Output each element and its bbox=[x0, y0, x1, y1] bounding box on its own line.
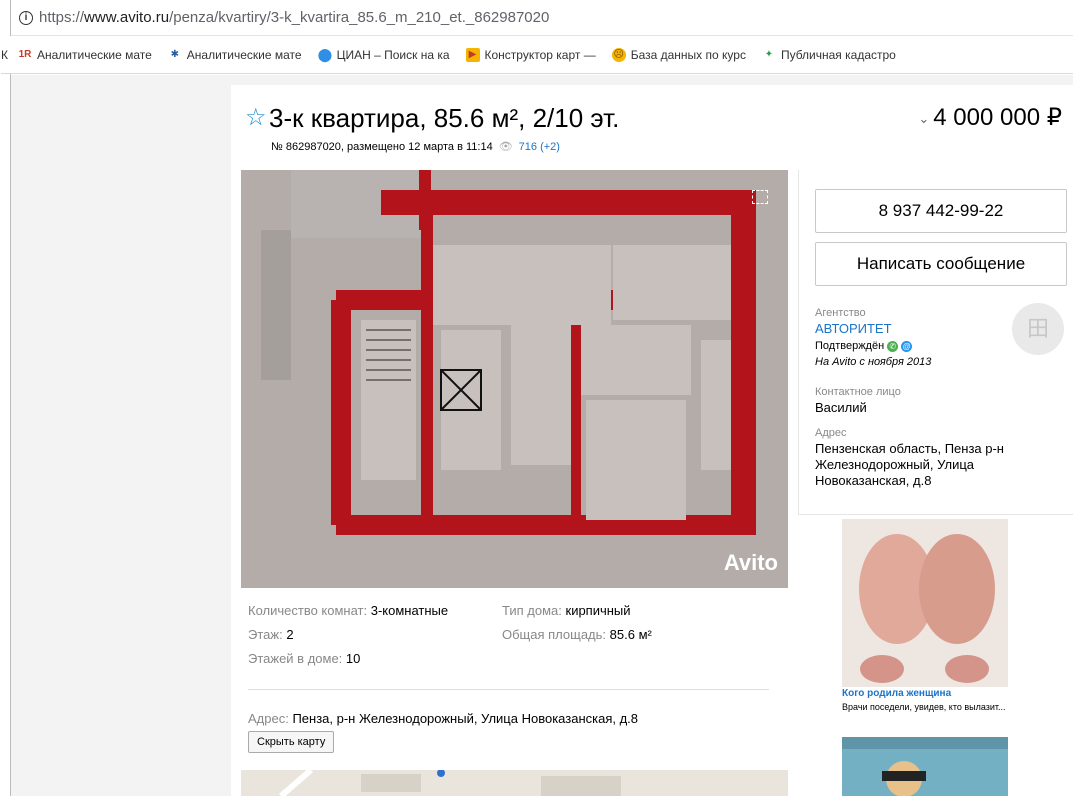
favorite-star-icon[interactable]: ☆ bbox=[245, 103, 267, 132]
agency-name-link[interactable]: АВТОРИТЕТ bbox=[815, 321, 892, 336]
address-text: Пензенская область, Пенза р-н Железнодор… bbox=[815, 441, 1004, 488]
1r-icon: 1R bbox=[18, 48, 32, 60]
location-pin-icon: ⬤ bbox=[317, 46, 333, 62]
param-area: Общая площадь: 85.6 м² bbox=[502, 627, 652, 642]
floor-plan-image bbox=[241, 170, 788, 588]
phone-verified-icon: ✆ bbox=[887, 340, 899, 352]
url-host: www.avito.ru bbox=[84, 9, 170, 26]
listing-meta: № 862987020, размещено 12 марта в 11:14 👁… bbox=[271, 140, 560, 153]
cadastre-icon: ✦ bbox=[764, 48, 774, 60]
param-house-type: Тип дома: кирпичный bbox=[502, 603, 631, 618]
listing-title: 3-к квартира, 85.6 м², 2/10 эт. bbox=[269, 103, 620, 133]
eye-icon: 👁 bbox=[498, 141, 513, 153]
url-prefix: https:// bbox=[39, 9, 85, 26]
floor-plan-photo[interactable]: Avito bbox=[241, 170, 788, 588]
bookmarks-bar: К 1R Аналитические мате ✱ Аналитические ма… bbox=[1, 36, 1073, 74]
param-rooms: Количество комнат: 3-комнатные bbox=[248, 603, 449, 618]
agency-avatar[interactable]: 田 bbox=[1012, 303, 1064, 355]
listing-address: Адрес: Пенза, р-н Железнодорожный, Улица… bbox=[248, 711, 639, 726]
fullscreen-icon[interactable] bbox=[752, 190, 768, 204]
ad-text-1: Врачи поседели, увидев, кто вылазит... bbox=[842, 702, 1006, 712]
browser-window: i https://www.avito.ru/penza/kvartiry/3-… bbox=[1, 0, 1073, 796]
member-since: На Avito с ноября 2013 bbox=[815, 356, 932, 368]
bookmark-truncated[interactable]: К bbox=[1, 48, 8, 62]
ad-image-1[interactable] bbox=[842, 519, 1008, 687]
agency-label: Агентство bbox=[815, 307, 866, 319]
bookmark-item-3[interactable]: ⬤ ЦИАН – Поиск на ка bbox=[317, 46, 450, 62]
verified-status: Подтверждён ✆ @ bbox=[815, 340, 913, 352]
listing-header: ☆ 3-к квартира, 85.6 м², 2/10 эт. № 8629… bbox=[231, 85, 1073, 170]
divider bbox=[248, 689, 769, 690]
bookmark-item-5[interactable]: ☹ База данных по курс bbox=[611, 47, 746, 62]
email-verified-icon: @ bbox=[901, 340, 913, 352]
contact-name: Василий bbox=[815, 400, 867, 415]
message-button[interactable]: Написать сообщение bbox=[815, 242, 1067, 286]
avito-watermark: Avito bbox=[723, 550, 778, 575]
views-count[interactable]: 716 (+2) bbox=[519, 141, 560, 153]
map-preview[interactable] bbox=[241, 770, 788, 796]
hide-map-button[interactable]: Скрыть карту bbox=[248, 731, 335, 753]
listing-number: № 862987020, размещено 12 марта в 11:14 bbox=[271, 141, 493, 153]
ad-title-1[interactable]: Кого родила женщина bbox=[842, 688, 951, 699]
param-floor: Этаж: 2 bbox=[248, 627, 294, 642]
listing-price: ⌄ 4 000 000 ₽ bbox=[918, 103, 1062, 132]
seller-panel: 8 937 442-99-22 Написать сообщение Агент… bbox=[798, 170, 1073, 515]
bookmark-item-2[interactable]: ✱ Аналитические мате bbox=[168, 48, 302, 62]
address-bar[interactable]: i https://www.avito.ru/penza/kvartiry/3-… bbox=[11, 0, 1073, 36]
analytics-icon: ✱ bbox=[170, 48, 179, 60]
bookmark-item-1[interactable]: 1R Аналитические мате bbox=[18, 48, 152, 62]
bookmark-item-4[interactable]: ▶ Конструктор карт — bbox=[465, 47, 596, 62]
chevron-down-icon[interactable]: ⌄ bbox=[918, 111, 929, 126]
listing-card: ☆ 3-к квартира, 85.6 м², 2/10 эт. № 8629… bbox=[231, 85, 1073, 796]
url-path: /penza/kvartiry/3-k_kvartira_85.6_m_210_… bbox=[169, 9, 550, 26]
price-value: 4 000 000 ₽ bbox=[933, 104, 1062, 131]
yandex-maps-icon: ▶ bbox=[465, 47, 480, 62]
ad-image-2[interactable] bbox=[842, 737, 1008, 796]
phone-button[interactable]: 8 937 442-99-22 bbox=[815, 189, 1067, 233]
bookmark-item-6[interactable]: ✦ Публичная кадастро bbox=[762, 48, 896, 62]
contact-label: Контактное лицо bbox=[815, 386, 901, 398]
address-label: Адрес bbox=[815, 427, 847, 439]
info-icon[interactable]: i bbox=[19, 10, 33, 25]
emoji-icon: ☹ bbox=[611, 47, 626, 62]
param-floors: Этажей в доме: 10 bbox=[248, 651, 361, 666]
map-image bbox=[241, 770, 788, 796]
